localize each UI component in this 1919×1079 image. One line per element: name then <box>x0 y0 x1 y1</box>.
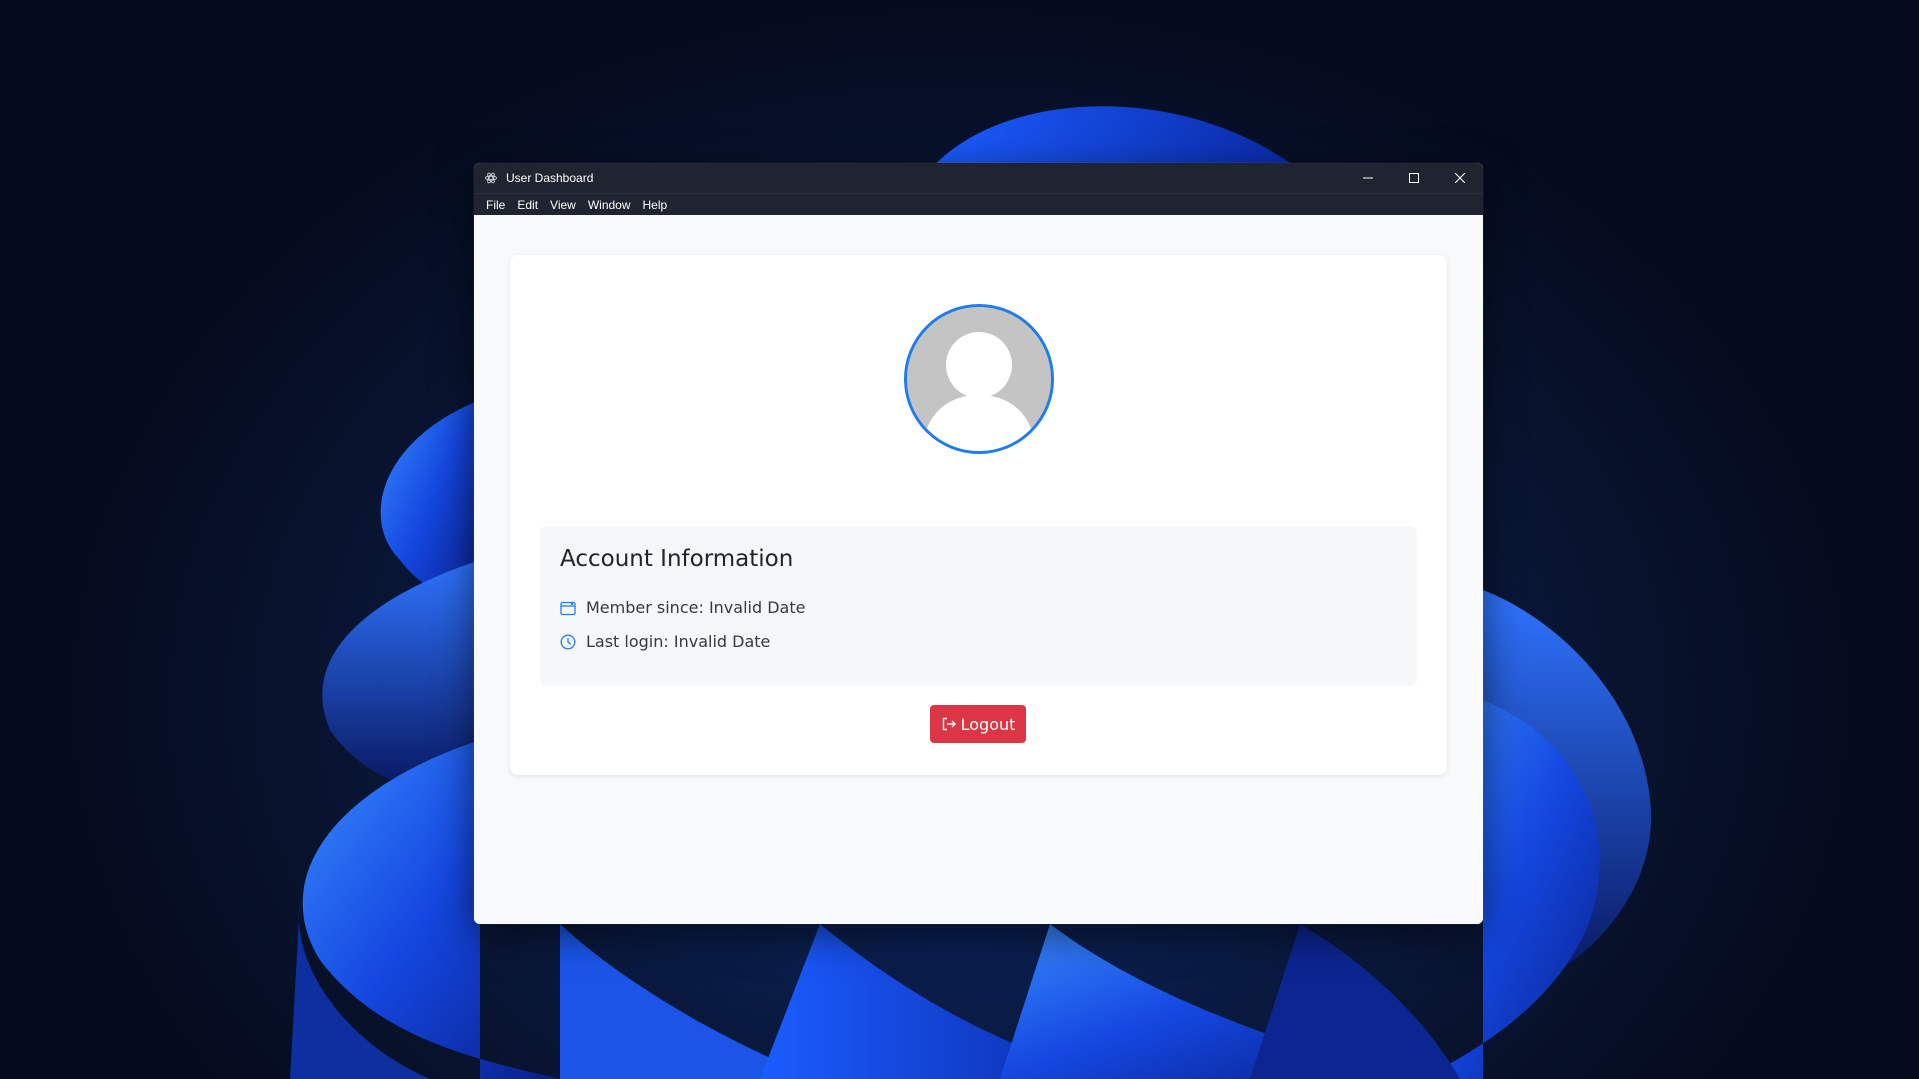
clock-icon <box>560 634 576 650</box>
last-login-row: Last login: Invalid Date <box>560 632 770 651</box>
desktop: User Dashboard File Edit View Window Hel… <box>0 0 1919 1079</box>
account-info-section: Account Information Member since: Invali… <box>540 526 1417 686</box>
close-icon <box>1455 173 1465 183</box>
main-content: Account Information Member since: Invali… <box>474 215 1483 924</box>
logout-button[interactable]: Logout <box>930 705 1026 743</box>
account-info-title: Account Information <box>560 546 794 572</box>
close-button[interactable] <box>1437 163 1483 193</box>
last-login-text: Last login: Invalid Date <box>586 632 771 651</box>
calendar-icon <box>560 600 576 616</box>
profile-card: Account Information Member since: Invali… <box>510 255 1447 775</box>
member-since-row: Member since: Invalid Date <box>560 598 805 617</box>
menu-file[interactable]: File <box>480 198 511 212</box>
logout-icon <box>941 716 957 732</box>
menu-edit[interactable]: Edit <box>511 198 544 212</box>
menu-view[interactable]: View <box>544 198 582 212</box>
minimize-button[interactable] <box>1345 163 1391 193</box>
minimize-icon <box>1363 177 1373 179</box>
menu-window[interactable]: Window <box>582 198 637 212</box>
menu-help[interactable]: Help <box>637 198 674 212</box>
maximize-icon <box>1409 173 1419 183</box>
user-avatar-placeholder-icon <box>907 307 1051 451</box>
logout-label: Logout <box>960 714 1016 734</box>
window-title: User Dashboard <box>506 171 594 185</box>
app-icon <box>484 171 498 185</box>
app-window: User Dashboard File Edit View Window Hel… <box>474 163 1483 924</box>
maximize-button[interactable] <box>1391 163 1437 193</box>
user-avatar <box>904 304 1054 454</box>
menu-bar: File Edit View Window Help <box>474 193 1483 215</box>
member-since-text: Member since: Invalid Date <box>586 598 806 617</box>
title-bar[interactable]: User Dashboard <box>474 163 1483 193</box>
